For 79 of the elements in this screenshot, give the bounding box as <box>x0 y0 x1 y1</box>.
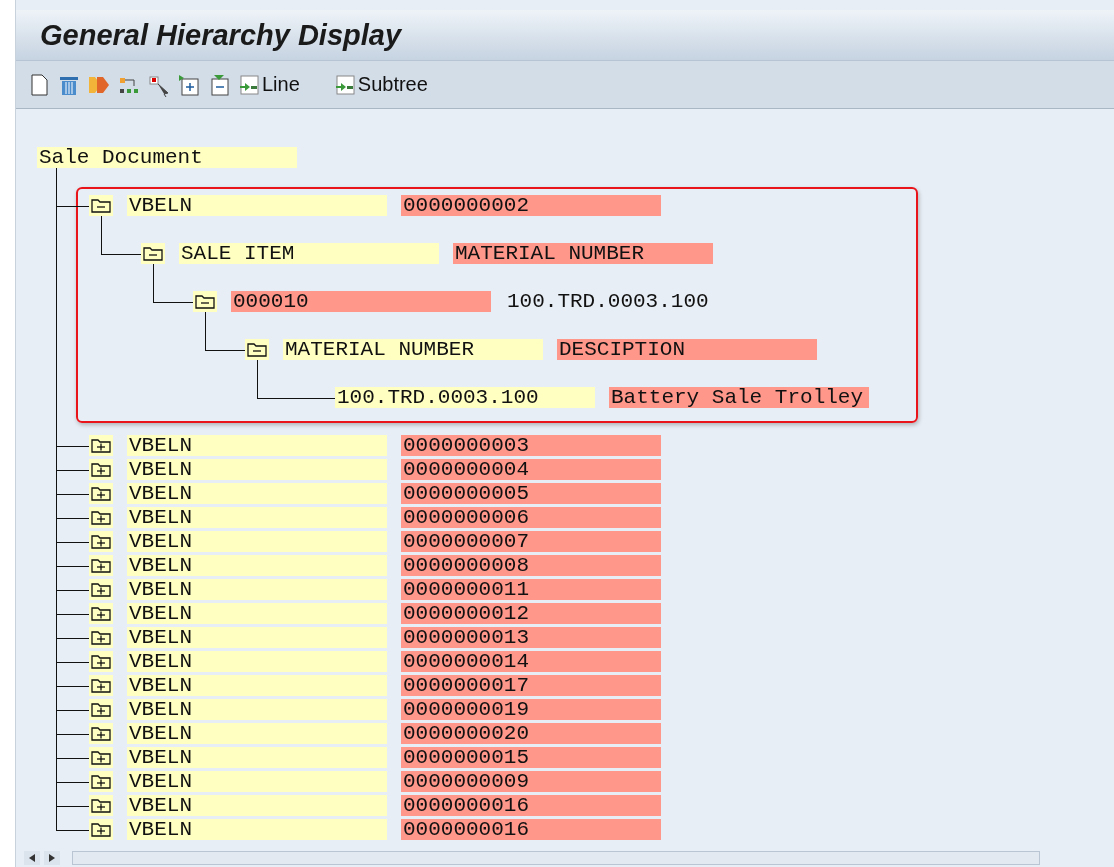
node-field[interactable]: 0000000009 <box>401 771 661 792</box>
node-field[interactable]: MATERIAL NUMBER <box>453 243 713 264</box>
right-arrow-icon <box>49 854 55 862</box>
folder-icon[interactable] <box>89 435 113 456</box>
node-text[interactable]: 100.TRD.0003.100 <box>505 291 765 312</box>
node-field[interactable]: VBELN <box>127 627 387 648</box>
node-field[interactable]: VBELN <box>127 459 387 480</box>
node-field[interactable]: VBELN <box>127 507 387 528</box>
folder-icon[interactable] <box>89 459 113 480</box>
folder-icon[interactable] <box>89 675 113 696</box>
node-field[interactable]: VBELN <box>127 651 387 672</box>
folder-icon[interactable] <box>89 603 113 624</box>
node-field[interactable]: 0000000013 <box>401 627 661 648</box>
scroll-left-button[interactable] <box>24 851 40 865</box>
folder-icon[interactable] <box>89 195 113 216</box>
node-field[interactable]: 0000000006 <box>401 507 661 528</box>
insert-row-icon <box>238 72 260 97</box>
node-field[interactable]: 0000000019 <box>401 699 661 720</box>
new-document-icon[interactable] <box>28 72 50 97</box>
node-field[interactable]: 100.TRD.0003.100 <box>335 387 595 408</box>
node-field[interactable]: 0000000004 <box>401 459 661 480</box>
node-field[interactable]: 0000000007 <box>401 531 661 552</box>
node-field[interactable]: VBELN <box>127 603 387 624</box>
folder-icon[interactable] <box>141 243 165 264</box>
node-field[interactable]: 0000000003 <box>401 435 661 456</box>
toolbar-button[interactable]: Subtree <box>333 72 428 97</box>
folder-icon[interactable] <box>89 699 113 720</box>
node-field[interactable]: 0000000002 <box>401 195 661 216</box>
node-field[interactable]: 0000000020 <box>401 723 661 744</box>
collapse-node-icon[interactable] <box>208 72 230 97</box>
node-field[interactable]: Battery Sale Trolley <box>609 387 869 408</box>
node-field[interactable]: VBELN <box>127 795 387 816</box>
node-field[interactable]: 0000000008 <box>401 555 661 576</box>
folder-icon[interactable] <box>89 531 113 552</box>
node-field[interactable]: 0000000015 <box>401 747 661 768</box>
node-field[interactable]: 0000000012 <box>401 603 661 624</box>
expand-node-icon[interactable] <box>178 72 200 97</box>
folder-icon[interactable] <box>89 747 113 768</box>
node-field[interactable]: VBELN <box>127 579 387 600</box>
node-field[interactable]: 0000000016 <box>401 795 661 816</box>
node-field[interactable]: VBELN <box>127 771 387 792</box>
folder-icon[interactable] <box>89 723 113 744</box>
tree-root[interactable]: Sale Document <box>37 147 297 168</box>
node-field[interactable]: 0000000014 <box>401 651 661 672</box>
node-field[interactable]: DESCIPTION <box>557 339 817 360</box>
window-title: General Hierarchy Display <box>40 18 402 52</box>
node-field[interactable]: VBELN <box>127 555 387 576</box>
folder-icon[interactable] <box>89 627 113 648</box>
folder-icon[interactable] <box>89 579 113 600</box>
node-field[interactable]: VBELN <box>127 531 387 552</box>
node-field[interactable]: VBELN <box>127 195 387 216</box>
left-arrow-icon <box>29 854 35 862</box>
node-field[interactable]: VBELN <box>127 675 387 696</box>
folder-icon[interactable] <box>89 771 113 792</box>
folder-icon[interactable] <box>193 291 217 312</box>
folder-icon[interactable] <box>245 339 269 360</box>
folder-icon[interactable] <box>89 651 113 672</box>
node-field[interactable]: VBELN <box>127 435 387 456</box>
toolbar-button[interactable]: Line <box>238 72 300 97</box>
node-field[interactable]: MATERIAL NUMBER <box>283 339 543 360</box>
folder-icon[interactable] <box>89 507 113 528</box>
scrollbar-track[interactable] <box>72 851 1040 865</box>
folder-icon[interactable] <box>89 795 113 816</box>
node-field[interactable]: VBELN <box>127 483 387 504</box>
node-field[interactable]: VBELN <box>127 699 387 720</box>
folder-icon[interactable] <box>89 483 113 504</box>
folder-icon[interactable] <box>89 819 113 840</box>
node-field[interactable]: 0000000011 <box>401 579 661 600</box>
node-field[interactable]: VBELN <box>127 723 387 744</box>
scroll-right-button[interactable] <box>44 851 60 865</box>
node-field[interactable]: 0000000017 <box>401 675 661 696</box>
node-field[interactable]: VBELN <box>127 819 387 840</box>
folder-icon[interactable] <box>89 555 113 576</box>
node-field[interactable]: SALE ITEM <box>179 243 439 264</box>
node-field[interactable]: 000010 <box>231 291 491 312</box>
node-field[interactable]: 0000000016 <box>401 819 661 840</box>
insert-row-icon <box>333 72 356 97</box>
node-field[interactable]: VBELN <box>127 747 387 768</box>
node-field[interactable]: 0000000005 <box>401 483 661 504</box>
